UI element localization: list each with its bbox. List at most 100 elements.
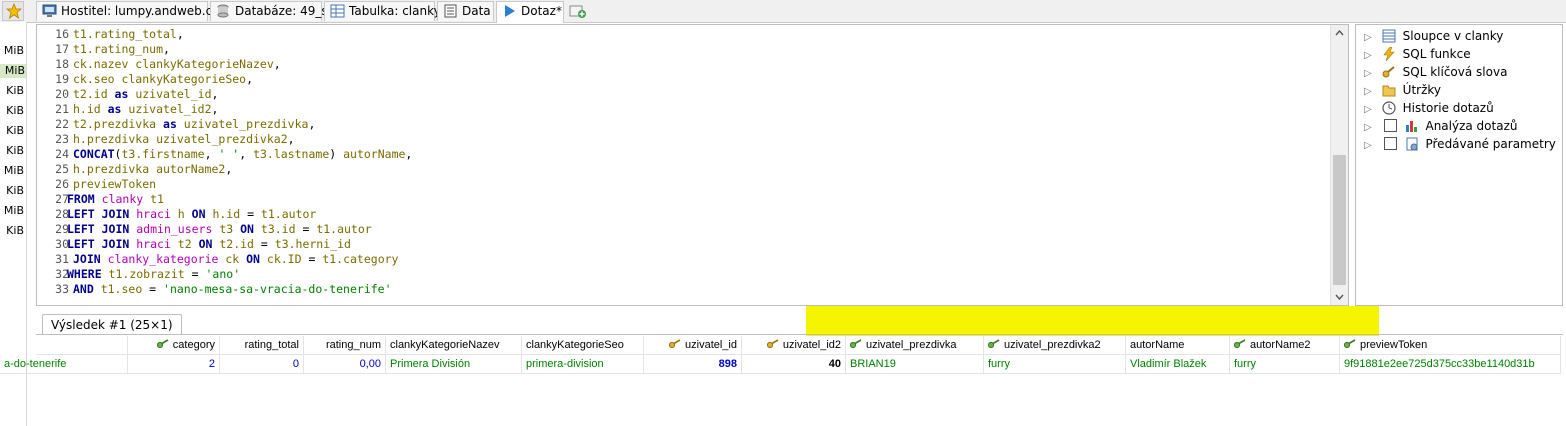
grid-cell[interactable]: 9f91881e2ee725d375cc33be1140d31b [1340,355,1561,374]
column-header-label: category [172,339,215,351]
grid-header-cell[interactable]: autorName [1126,336,1230,355]
scrollbar-thumb[interactable] [1333,155,1346,285]
grid-cell[interactable]: 898 [644,355,742,374]
grid-header-cell[interactable]: category [128,336,220,355]
helper-label: SQL klíčová slova [1402,65,1508,79]
line-number: 26 [55,177,69,191]
grid-cell[interactable]: 2 [128,355,220,374]
grid-header-cell[interactable]: uzivatel_prezdivka [846,336,984,355]
size-label: MiB [3,164,24,177]
grid-header-cell[interactable]: clankyKategorieSeo [522,336,644,355]
tab-host[interactable]: Hostitel: lumpy.andweb.cz [36,1,219,21]
code-line: 19 ck.seo clankyKategorieSeo, [37,72,1332,87]
sql-editor[interactable]: 16 t1.rating_total, 17 t1.rating_num, 18 ck.n… [36,24,1349,306]
grid-header-cell[interactable]: rating_total [220,336,304,355]
lightning-icon [1383,47,1395,61]
grid-cell[interactable]: Primera División [386,355,522,374]
query-play-icon [505,5,515,17]
grid-cell[interactable]: furry [984,355,1126,374]
helper-item-functions[interactable]: ▷ SQL funkce [1364,45,1471,63]
grid-cell[interactable]: 0 [220,355,304,374]
helper-item-columns[interactable]: ▷ Sloupce v clanky [1364,27,1503,45]
chart-icon [1405,121,1417,132]
grid-cell[interactable]: Vladimír Blažek [1126,355,1230,374]
size-label: KiB [6,84,24,97]
tab-database[interactable]: Databáze: 49_sf [210,1,332,21]
scroll-up-icon[interactable] [1335,30,1344,36]
grid-header-cell[interactable]: uzivatel_prezdivka2 [984,336,1126,355]
code-text: AND t1.seo = 'nano-mesa-sa-vracia-do-ten… [73,282,392,296]
code-line: 27FROM clanky t1 [37,192,1332,207]
params-icon [1406,137,1418,151]
line-number: 20 [55,87,69,101]
size-label: KiB [6,104,24,117]
tab-query[interactable]: Dotaz* [496,1,564,23]
parameters-checkbox[interactable] [1383,137,1397,150]
helper-label: Historie dotazů [1402,101,1494,115]
helper-label: Útržky [1402,83,1441,97]
key-icon [850,339,862,349]
grid-cell[interactable]: furry [1230,355,1340,374]
grid-header-cell[interactable]: uzivatel_id2 [742,336,846,355]
column-header-label: uzivatel_id2 [782,339,841,351]
line-number: 24 [55,147,69,161]
line-number: 25 [55,162,69,176]
grid-cell[interactable]: 40 [742,355,846,374]
grid-cell[interactable]: 0,00 [304,355,386,374]
grid-header-cell[interactable]: autorName2 [1230,336,1340,355]
grid-cell[interactable]: BRIAN19 [846,355,984,374]
code-text: ck.seo clankyKategorieSeo, [73,72,254,86]
expand-arrow-icon[interactable]: ▷ [1364,137,1374,155]
column-header-label: uzivatel_prezdivka2 [1004,339,1101,351]
host-icon [42,4,57,17]
grid-header-cell[interactable] [36,336,128,355]
editor-scrollbar[interactable] [1330,25,1348,305]
helper-item-keywords[interactable]: ▷ SQL klíčová slova [1364,63,1507,81]
helper-item-parameters[interactable]: ▷ Předávané parametry [1364,135,1556,153]
favorites-star-button[interactable] [2,1,24,21]
helper-item-analysis[interactable]: ▷ Analýza dotazů [1364,117,1517,135]
grid-header-cell[interactable]: uzivatel_id [644,336,742,355]
column-header-label: clankyKategorieSeo [526,339,624,351]
code-line: 21 h.id as uzivatel_id2, [37,102,1332,117]
code-text: CONCAT(t3.firstname, ' ', t3.lastname) a… [73,147,413,161]
column-header-label: rating_num [325,339,381,351]
tab-bar: Hostitel: lumpy.andweb.cz Databáze: 49_s… [0,0,1566,23]
size-label: KiB [6,184,24,197]
line-number: 32 [55,267,69,281]
column-header-label: autorName2 [1250,339,1311,351]
helper-item-history[interactable]: ▷ Historie dotazů [1364,99,1494,117]
result-tab[interactable]: Výsledek #1 (25×1) [42,314,182,334]
code-line: 31 JOIN clanky_kategorie ck ON ck.ID = t1… [37,252,1332,267]
tab-table[interactable]: Tabulka: clanky [324,1,441,21]
scroll-down-icon[interactable] [1335,294,1344,300]
grid-header-cell[interactable]: rating_num [304,336,386,355]
code-text: JOIN clanky_kategorie ck ON ck.ID = t1.c… [73,252,399,266]
key-icon [988,339,1000,349]
database-icon [217,4,229,18]
columns-icon [1382,29,1396,43]
tab-host-label: Hostitel: lumpy.andweb.cz [61,4,219,18]
grid-header-cell[interactable]: clankyKategorieNazev [386,336,522,355]
grid-cell[interactable]: primera-division [522,355,644,374]
code-line: 25 h.prezdivka autorName2, [37,162,1332,177]
tab-data[interactable]: Data [437,1,494,21]
line-number: 27 [55,192,69,206]
code-text: t1.rating_num, [73,42,170,56]
line-number: 22 [55,117,69,131]
new-query-tab-icon[interactable] [569,3,587,19]
line-number: 29 [55,222,69,236]
code-text: LEFT JOIN hraci t2 ON t2.id = t3.herni_i… [67,237,351,251]
code-line: 22 t2.prezdivka as uzivatel_prezdivka, [37,117,1332,132]
star-icon [6,3,22,19]
analysis-checkbox[interactable] [1383,119,1397,132]
column-header-label: clankyKategorieNazev [390,339,500,351]
code-line: 17 t1.rating_num, [37,42,1332,57]
helper-item-snippets[interactable]: ▷ Útržky [1364,81,1441,99]
size-label: KiB [6,224,24,237]
grid-cell[interactable]: a-do-tenerife [0,355,128,374]
line-number: 33 [55,282,69,296]
size-label: KiB [6,124,24,137]
grid-header-cell[interactable]: previewToken [1340,336,1561,355]
sql-code: 16 t1.rating_total, 17 t1.rating_num, 18 ck.n… [37,27,1332,297]
